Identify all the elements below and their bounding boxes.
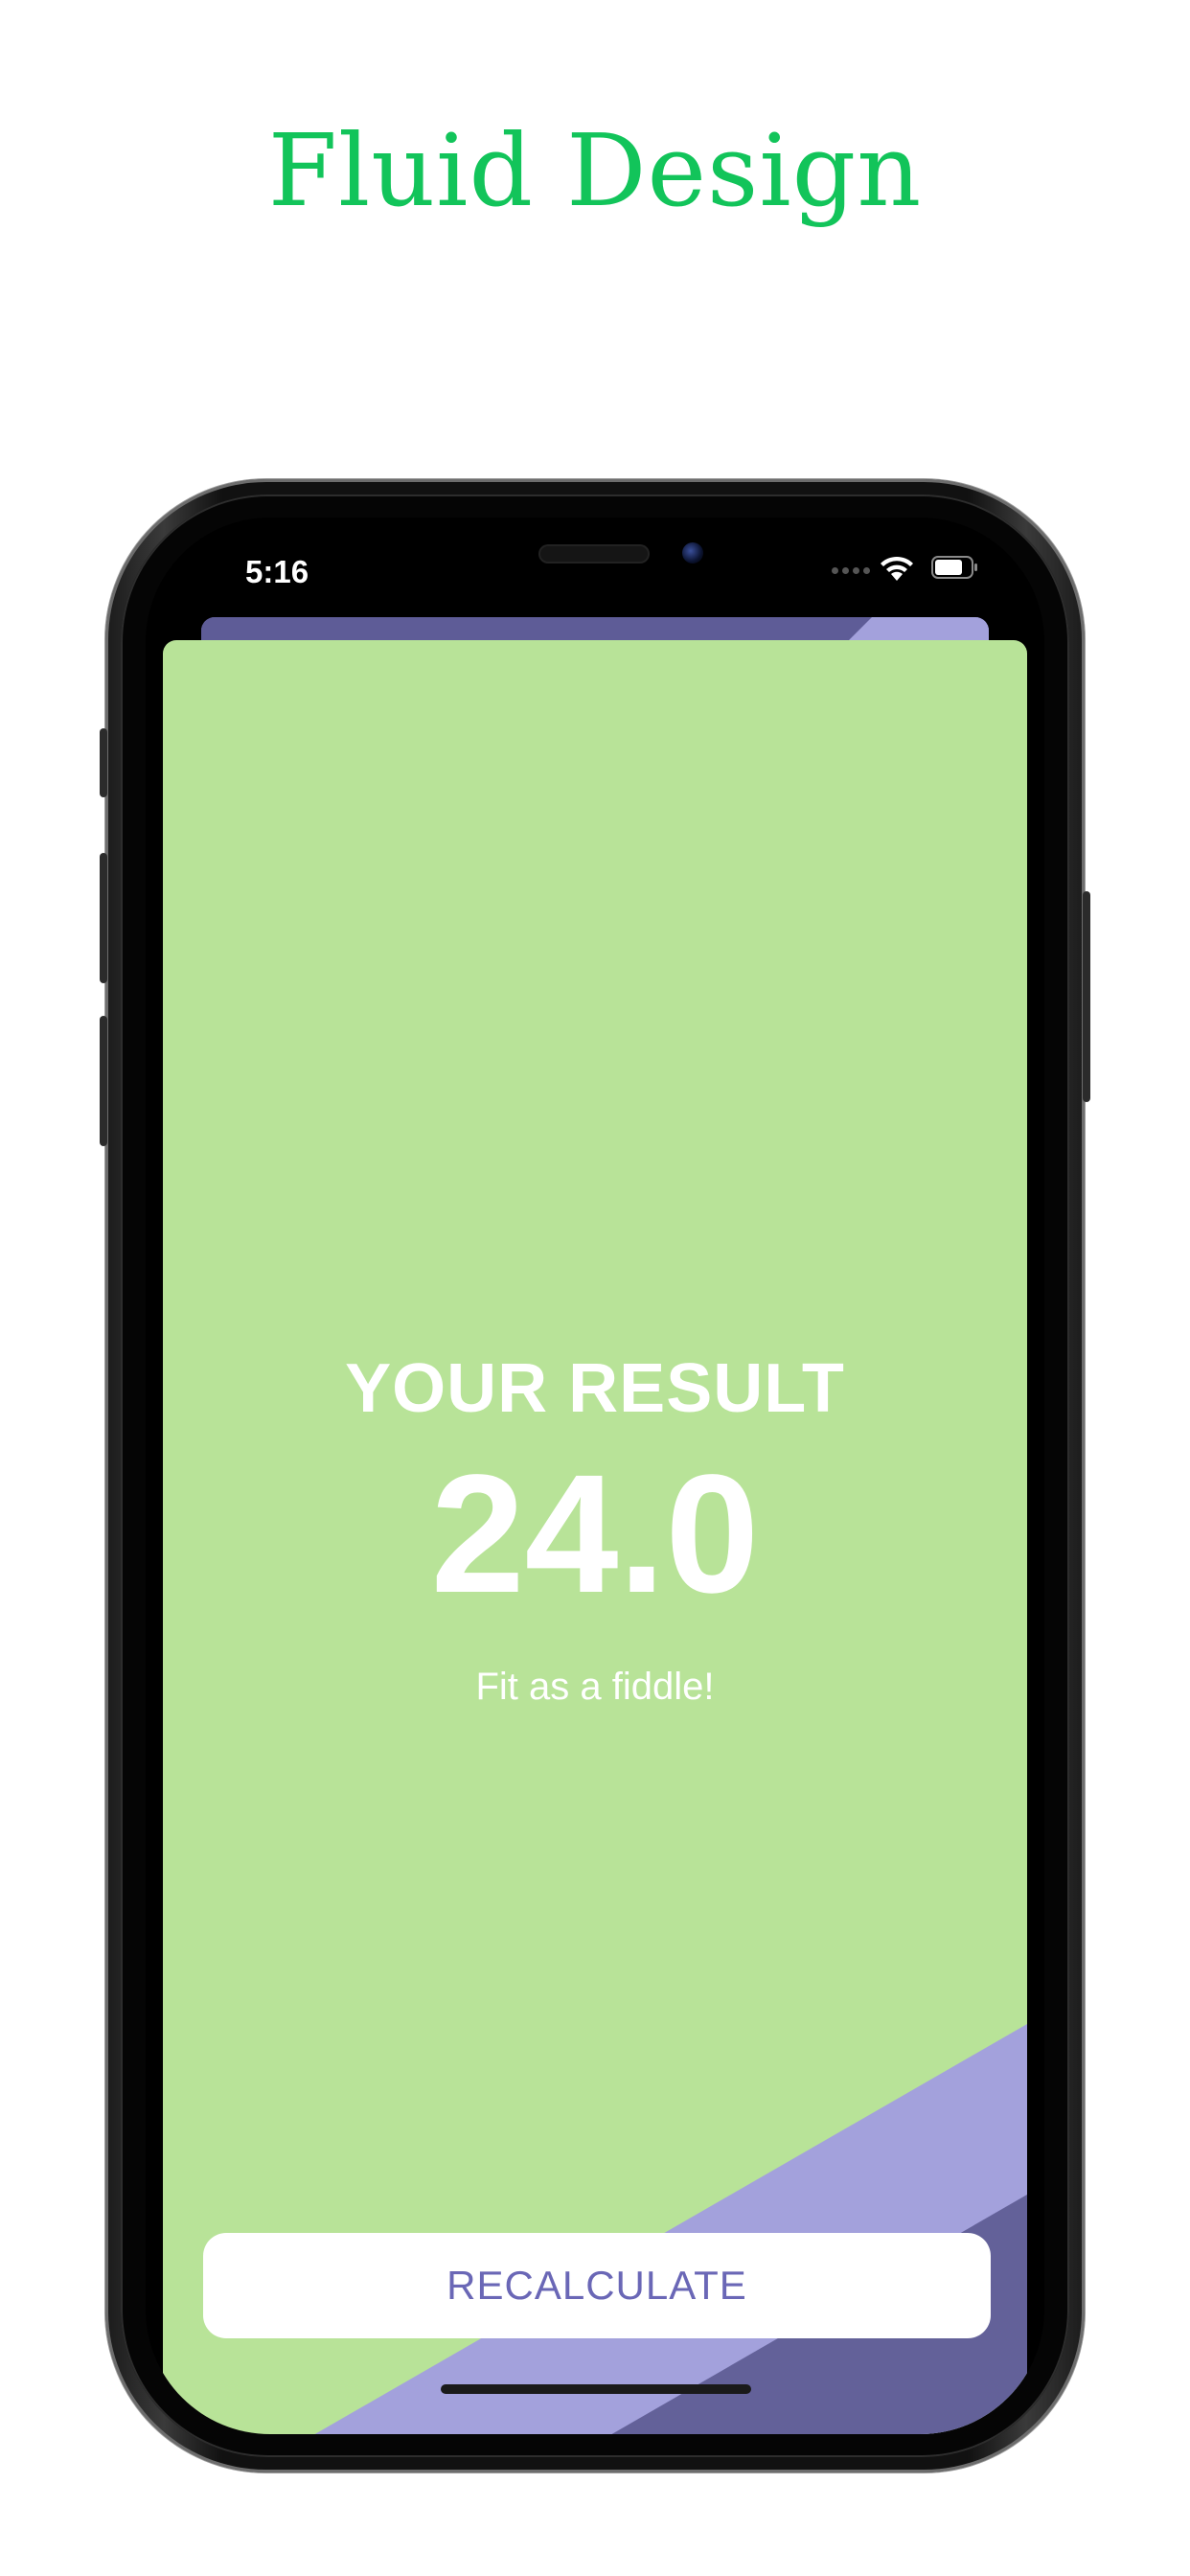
result-card: YOUR RESULT 24.0 Fit as a fiddle! RECALC…	[163, 640, 1027, 2434]
status-time: 5:16	[245, 554, 309, 589]
app-store-screenshot: Fluid Design 5:16 YOUR RESULT 24.0 Fit a…	[0, 0, 1190, 2576]
bmi-value: 24.0	[430, 1440, 760, 1628]
marketing-headline: Fluid Design	[267, 112, 923, 229]
result-message: Fit as a fiddle!	[475, 1666, 715, 1708]
volume-down-button	[100, 1016, 107, 1146]
wifi-icon	[881, 556, 913, 581]
recalculate-button[interactable]: RECALCULATE	[203, 2233, 991, 2338]
speaker-grille	[540, 546, 648, 562]
signal-dots-icon	[832, 567, 870, 574]
home-indicator[interactable]	[441, 2384, 751, 2394]
volume-up-button	[100, 853, 107, 983]
front-camera	[682, 542, 703, 564]
power-button	[1083, 891, 1090, 1102]
result-title: YOUR RESULT	[345, 1350, 845, 1427]
battery-icon	[931, 556, 977, 579]
phone-screen: 5:16 YOUR RESULT 24.0 Fit as a fiddle! R…	[146, 518, 1044, 2434]
mute-switch	[100, 728, 107, 797]
